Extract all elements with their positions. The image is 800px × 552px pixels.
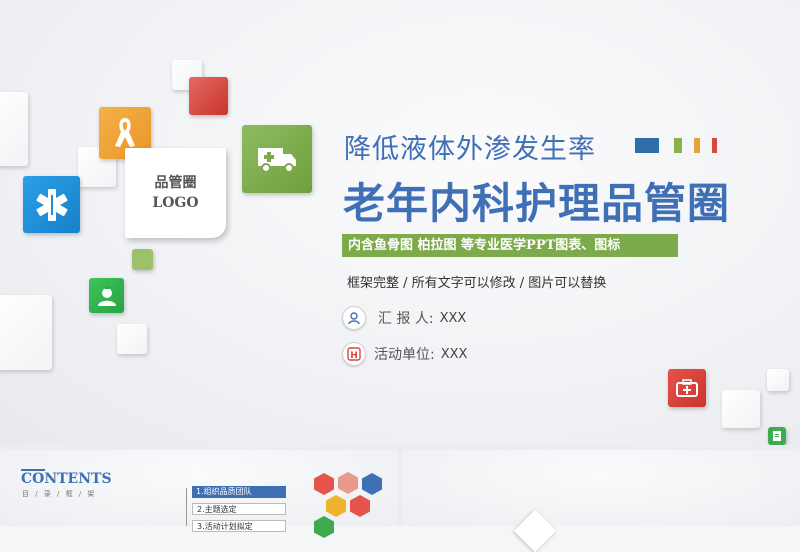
decor-tile-green xyxy=(132,249,153,270)
unit-value: XXX xyxy=(440,346,468,362)
hex-tile xyxy=(350,495,370,517)
menu-connector xyxy=(186,488,187,526)
first-aid-kit-icon xyxy=(668,369,706,407)
menu-item: 3.活动计划拟定 xyxy=(192,520,286,532)
nurse-icon xyxy=(89,278,124,313)
hex-tile xyxy=(338,472,358,494)
contents-sub: 目 / 录 / 框 / 架 xyxy=(22,490,97,498)
decor-tile-red xyxy=(189,77,228,115)
accent-bar-blue xyxy=(635,138,659,153)
menu-item: 1.组织品质团队 xyxy=(192,486,286,498)
decor-tile xyxy=(117,324,147,354)
hex-tile xyxy=(314,516,334,538)
unit-row: H 活动单位: XXX xyxy=(342,342,467,366)
slide-description: 框架完整 / 所有文字可以修改 / 图片可以替换 xyxy=(347,276,607,291)
hex-tile xyxy=(314,473,334,495)
reporter-row: 汇 报 人: XXX xyxy=(342,306,466,330)
slide-main: 品管圈 LOGO 降低液体外渗发生率 老年内科护理品管圈 内含鱼骨图 柏拉图 等… xyxy=(0,0,800,445)
accent-bar-orange xyxy=(694,138,700,153)
logo-line1: 品管圈 xyxy=(154,175,197,191)
reporter-label: 汇 报 人: xyxy=(378,311,434,327)
logo-line2: LOGO xyxy=(152,195,199,211)
decor-diamond xyxy=(513,509,557,552)
slide-banner: 内含鱼骨图 柏拉图 等专业医学PPT图表、图标 xyxy=(342,234,678,257)
slide-title: 老年内科护理品管圈 xyxy=(343,179,731,228)
nurse-avatar-icon xyxy=(342,306,366,330)
ambulance-icon xyxy=(242,125,312,193)
svg-text:H: H xyxy=(350,351,358,361)
hex-tile xyxy=(362,473,382,495)
menu-item: 2.主题选定 xyxy=(192,503,286,515)
thumbnail-contents[interactable]: CONTENTS 目 / 录 / 框 / 架 1.组织品质团队 2.主题选定 3… xyxy=(0,450,398,538)
decor-tile xyxy=(0,295,52,370)
star-of-life-icon xyxy=(23,176,80,233)
decor-tile xyxy=(0,92,28,166)
document-icon xyxy=(768,427,786,445)
decor-tile xyxy=(722,390,760,428)
thumbnail-next[interactable] xyxy=(402,450,800,552)
slide-thumbnails: CONTENTS 目 / 录 / 框 / 架 1.组织品质团队 2.主题选定 3… xyxy=(0,450,800,552)
logo-placeholder: 品管圈 LOGO xyxy=(125,148,226,238)
contents-heading: CONTENTS xyxy=(21,471,112,487)
reporter-value: XXX xyxy=(439,310,467,326)
hospital-icon: H xyxy=(342,342,366,366)
decor-tile xyxy=(767,369,789,391)
accent-bar-green xyxy=(674,138,682,153)
unit-label: 活动单位: xyxy=(374,347,435,363)
hex-tile xyxy=(326,495,346,517)
slide-subtitle: 降低液体外渗发生率 xyxy=(344,134,596,165)
accent-bar-red xyxy=(712,138,717,153)
